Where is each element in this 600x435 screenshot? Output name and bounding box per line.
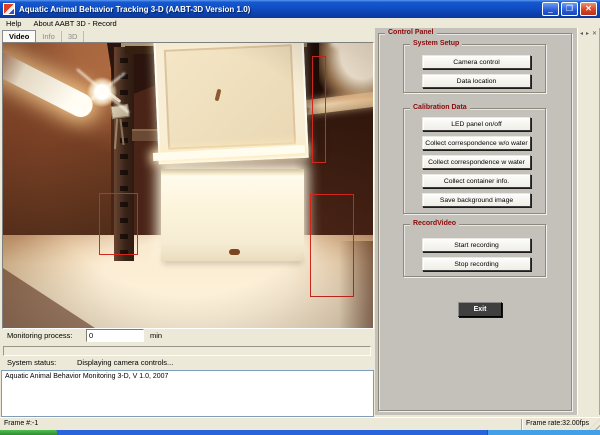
monitoring-input[interactable] [86, 329, 144, 342]
version-log: Aquatic Animal Behavior Monitoring 3-D, … [1, 370, 374, 417]
tab-strip: Video Info 3D [2, 29, 85, 42]
window-title: Aquatic Animal Behavior Tracking 3-D (AA… [19, 4, 251, 14]
system-status-value: Displaying camera controls... [77, 358, 174, 367]
panel-close-icon[interactable]: ✕ [592, 30, 597, 37]
menu-about[interactable]: About AABT 3D - Record [27, 19, 122, 28]
tracking-region [312, 56, 326, 163]
monitoring-label: Monitoring process: [7, 331, 73, 340]
led-panel-button[interactable]: LED panel on/off [422, 117, 531, 131]
taskbar [0, 430, 600, 435]
close-button[interactable]: ✕ [580, 2, 597, 16]
tab-3d[interactable]: 3D [62, 31, 85, 42]
save-background-image-button[interactable]: Save background image [422, 193, 531, 207]
tab-info[interactable]: Info [36, 31, 62, 42]
collect-correspondence-wo-water-button[interactable]: Collect correspondence w/o water [422, 136, 531, 150]
frame-number: Frame #:-1 [4, 420, 39, 427]
resize-grip[interactable] [589, 419, 600, 430]
data-location-button[interactable]: Data location [422, 74, 531, 88]
menu-help[interactable]: Help [0, 19, 27, 28]
exit-button[interactable]: Exit [458, 302, 502, 317]
stop-recording-button[interactable]: Stop recording [422, 257, 531, 271]
start-button[interactable] [0, 430, 57, 435]
scene-tank [161, 169, 304, 261]
dock-strip: ◂ ▸ ✕ [577, 28, 600, 415]
tab-video[interactable]: Video [2, 30, 37, 42]
system-status-label: System status: [7, 358, 57, 367]
monitoring-unit: min [150, 331, 163, 340]
frame-rate: Frame rate:32.00fps [526, 420, 590, 427]
control-panel-dock: Control Panel System Setup Camera contro… [375, 28, 577, 415]
maximize-button[interactable]: ❐ [561, 2, 578, 16]
progress-bar [3, 346, 371, 356]
control-panel-title: Control Panel [385, 29, 437, 36]
start-recording-button[interactable]: Start recording [422, 238, 531, 252]
status-bar: Frame #:-1 Frame rate:32.00fps [0, 417, 600, 430]
panel-prev-icon[interactable]: ◂ [580, 30, 583, 37]
menu-bar: Help About AABT 3D - Record [0, 18, 600, 28]
title-bar: Aquatic Animal Behavior Tracking 3-D (AA… [0, 0, 600, 18]
app-window: Aquatic Animal Behavior Tracking 3-D (AA… [0, 0, 600, 435]
tracking-region [99, 193, 138, 255]
collect-correspondence-w-water-button[interactable]: Collect correspondence w water [422, 155, 531, 169]
camera-control-button[interactable]: Camera control [422, 55, 531, 69]
app-icon [3, 3, 15, 15]
video-feed [2, 42, 374, 329]
minimize-button[interactable]: _ [542, 2, 559, 16]
tracking-region [310, 194, 354, 297]
system-tray [487, 430, 600, 435]
collect-container-info-button[interactable]: Collect container info. [422, 174, 531, 188]
panel-next-icon[interactable]: ▸ [586, 30, 589, 37]
